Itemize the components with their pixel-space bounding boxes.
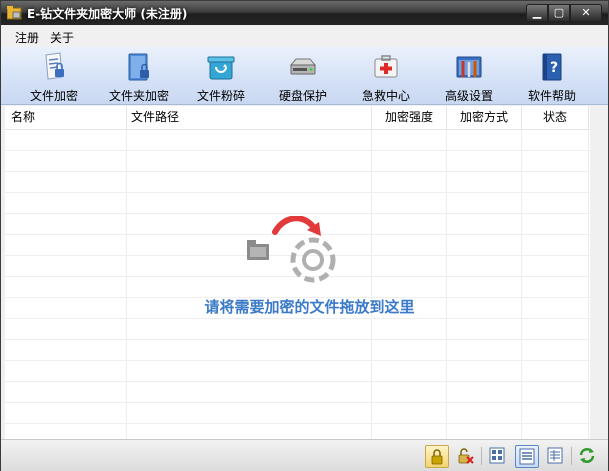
encrypt-lock-button[interactable] (425, 445, 449, 468)
title-bar[interactable]: E-钻文件夹加密大师 (未注册) ▁ ▢ ✕ (1, 1, 608, 25)
toolbar-advanced-settings-button[interactable]: 高级设置 (429, 47, 509, 104)
large-icons-view-icon (489, 447, 505, 464)
grid-row-line (5, 171, 590, 172)
grid-column-line (371, 130, 372, 439)
unlock-remove-icon (458, 448, 474, 464)
grid-column-line (446, 130, 447, 439)
grid-row-line (5, 381, 590, 382)
column-header-name[interactable]: 名称 (11, 106, 35, 129)
menu-register[interactable]: 注册 (15, 29, 39, 46)
column-header-strength[interactable]: 加密强度 (385, 106, 433, 129)
minimize-button[interactable]: ▁ (526, 4, 548, 22)
column-header-method[interactable]: 加密方式 (460, 106, 508, 129)
grid-row-line (5, 318, 590, 319)
harddisk-icon (289, 58, 317, 75)
column-header-status[interactable]: 状态 (543, 106, 567, 129)
grid-row-line (5, 423, 590, 424)
window-title: E-钻文件夹加密大师 (未注册) (27, 7, 188, 21)
drop-hint-text: 请将需要加密的文件拖放到这里 (204, 298, 415, 316)
refresh-button[interactable] (576, 445, 598, 466)
toolbar-file-encrypt-button[interactable]: 文件加密 (14, 47, 94, 104)
toolbar-rescue-center-label: 急救中心 (361, 89, 410, 103)
view-list-button[interactable] (515, 445, 539, 468)
column-divider[interactable] (371, 106, 372, 129)
column-divider[interactable] (446, 106, 447, 129)
grid-column-line (126, 130, 127, 439)
toolbar-file-encrypt-label: 文件加密 (29, 89, 78, 103)
lock-icon (431, 449, 443, 465)
grid-row-line (5, 192, 590, 193)
menu-about[interactable]: 关于 (50, 29, 74, 46)
grid-row-line (5, 213, 590, 214)
grid-row-line (5, 150, 590, 151)
lock-document-icon (45, 52, 64, 80)
menu-bar: 注册 关于 (1, 26, 608, 46)
shredder-icon (207, 56, 235, 80)
refresh-icon (579, 448, 595, 463)
toolbar-separator (571, 447, 572, 465)
list-view-icon (519, 448, 535, 465)
column-divider[interactable] (521, 106, 522, 129)
toolbar-shred-label: 文件粉碎 (196, 89, 245, 103)
toolbar-advanced-settings-label: 高级设置 (444, 89, 493, 103)
decrypt-button[interactable] (454, 445, 476, 466)
app-logo-icon (7, 6, 22, 20)
help-book-icon: ? (542, 53, 562, 81)
table-header: 名称 文件路径 加密强度 加密方式 状态 (5, 106, 590, 130)
grid-row-line (5, 339, 590, 340)
details-view-icon (547, 447, 563, 464)
toolbar: 文件加密 文件夹加密 文件粉碎 硬盘保护 急救中心 高级设置 ? 软件帮助 (1, 47, 608, 105)
toolbar-rescue-center-button[interactable]: 急救中心 (346, 47, 426, 104)
grid-row-line (5, 402, 590, 403)
file-list[interactable]: 请将需要加密的文件拖放到这里 (5, 130, 590, 439)
bottom-toolbar (1, 439, 608, 471)
toolbar-help-label: 软件帮助 (527, 89, 576, 103)
maximize-button[interactable]: ▢ (548, 4, 570, 22)
toolbar-folder-encrypt-button[interactable]: 文件夹加密 (99, 47, 179, 104)
main-window: E-钻文件夹加密大师 (未注册) ▁ ▢ ✕ 注册 关于 文件加密 文件夹加密 … (0, 0, 609, 471)
view-details-button[interactable] (544, 445, 566, 466)
toolbar-help-button[interactable]: ? 软件帮助 (512, 47, 592, 104)
grid-column-line (521, 130, 522, 439)
drop-target-icon (247, 216, 336, 283)
toolbar-disk-protect-label: 硬盘保护 (278, 89, 327, 103)
lock-folder-icon (128, 53, 149, 81)
column-divider (588, 106, 589, 129)
settings-tools-icon (456, 56, 482, 78)
view-icons-button[interactable] (486, 445, 508, 466)
grid-row-line (5, 360, 590, 361)
toolbar-shred-button[interactable]: 文件粉碎 (181, 47, 261, 104)
first-aid-kit-icon (374, 55, 398, 78)
toolbar-separator (481, 447, 482, 465)
toolbar-folder-encrypt-label: 文件夹加密 (108, 89, 169, 103)
column-divider[interactable] (126, 106, 127, 129)
window-controls: ▁ ▢ ✕ (526, 4, 602, 22)
close-button[interactable]: ✕ (570, 4, 602, 22)
svg-text:?: ? (550, 60, 558, 76)
toolbar-disk-protect-button[interactable]: 硬盘保护 (263, 47, 343, 104)
column-header-path[interactable]: 文件路径 (131, 106, 179, 129)
grid-column-line (588, 130, 589, 439)
vertical-scrollbar[interactable] (590, 106, 607, 439)
